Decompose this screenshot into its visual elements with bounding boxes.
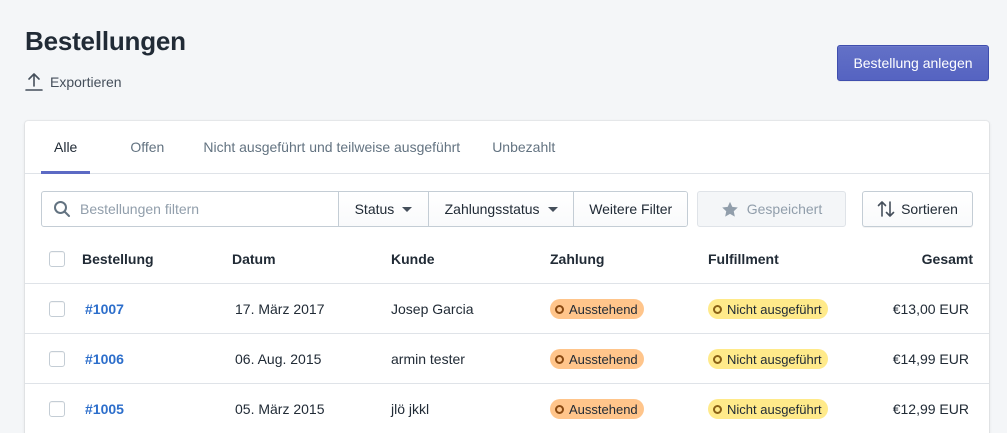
payment-cell: Ausstehend xyxy=(550,334,644,384)
sort-button[interactable]: Sortieren xyxy=(862,191,973,227)
payment-cell: Ausstehend xyxy=(550,284,644,334)
fulfillment-status-text: Nicht ausgeführt xyxy=(727,301,822,317)
payment-status-filter-button[interactable]: Zahlungsstatus xyxy=(428,192,575,226)
row-checkbox-cell xyxy=(49,284,65,334)
tab-label: Unbezahlt xyxy=(492,139,556,155)
table-row[interactable]: #1007 17. März 2017 Josep Garcia Aussteh… xyxy=(25,284,989,334)
customer-name: jlö jkkl xyxy=(391,401,430,417)
fulfillment-status-badge: Nicht ausgeführt xyxy=(708,299,828,319)
saved-button[interactable]: Gespeichert xyxy=(697,191,846,227)
row-checkbox-cell xyxy=(49,384,65,433)
payment-status-filter-label: Zahlungsstatus xyxy=(444,201,540,217)
saved-label: Gespeichert xyxy=(746,201,823,217)
tab-label: Offen xyxy=(130,139,165,155)
export-button[interactable]: Exportieren xyxy=(25,72,122,92)
more-filters-label: Weitere Filter xyxy=(589,201,673,217)
payment-status-badge: Ausstehend xyxy=(550,299,644,319)
order-total: €14,99 EUR xyxy=(892,351,969,367)
filter-bar: Status Zahlungsstatus Weitere Filter xyxy=(41,191,688,227)
row-checkbox[interactable] xyxy=(49,351,65,367)
status-filter-button[interactable]: Status xyxy=(339,192,429,226)
fulfillment-cell: Nicht ausgeführt xyxy=(708,334,828,384)
payment-status-badge: Ausstehend xyxy=(550,399,644,419)
upload-icon xyxy=(25,73,43,91)
order-link[interactable]: #1006 xyxy=(85,334,124,384)
fulfillment-status-badge: Nicht ausgeführt xyxy=(708,349,828,369)
search-icon xyxy=(54,201,70,217)
status-ring-icon xyxy=(555,304,564,314)
fulfillment-cell: Nicht ausgeführt xyxy=(708,284,828,334)
tab-label: Alle xyxy=(54,139,78,155)
tab-bar: Alle Offen Nicht ausgeführt und teilweis… xyxy=(25,121,989,174)
column-header-payment[interactable]: Zahlung xyxy=(550,234,604,284)
search-box xyxy=(42,192,340,226)
row-checkbox[interactable] xyxy=(49,401,65,417)
caret-down-icon xyxy=(547,207,558,212)
sort-icon xyxy=(877,201,895,217)
sort-label: Sortieren xyxy=(901,201,958,217)
table-row[interactable]: #1005 05. März 2015 jlö jkkl Ausstehend … xyxy=(25,384,989,433)
status-ring-icon xyxy=(713,404,722,414)
order-date: 06. Aug. 2015 xyxy=(235,351,322,367)
column-header-customer[interactable]: Kunde xyxy=(391,234,435,284)
order-total: €12,99 EUR xyxy=(892,401,969,417)
tab-unpaid[interactable]: Unbezahlt xyxy=(479,121,568,173)
order-date: 17. März 2017 xyxy=(235,301,325,317)
select-all-checkbox[interactable] xyxy=(49,251,65,267)
status-ring-icon xyxy=(713,354,722,364)
fulfillment-status-text: Nicht ausgeführt xyxy=(727,351,822,367)
payment-status-text: Ausstehend xyxy=(569,401,638,417)
customer-name: Josep Garcia xyxy=(391,301,474,317)
fulfillment-cell: Nicht ausgeführt xyxy=(708,384,828,433)
status-ring-icon xyxy=(555,404,564,414)
order-date: 05. März 2015 xyxy=(235,401,325,417)
search-input[interactable] xyxy=(80,201,320,217)
caret-down-icon xyxy=(402,207,413,212)
export-label: Exportieren xyxy=(50,74,122,90)
more-filters-button[interactable]: Weitere Filter xyxy=(574,192,687,226)
payment-status-badge: Ausstehend xyxy=(550,349,644,369)
page-title: Bestellungen xyxy=(25,26,186,56)
tab-unfulfilled[interactable]: Nicht ausgeführt und teilweise ausgeführ… xyxy=(190,121,473,173)
tab-label: Nicht ausgeführt und teilweise ausgeführ… xyxy=(203,139,461,155)
status-ring-icon xyxy=(555,354,564,364)
create-order-button[interactable]: Bestellung anlegen xyxy=(837,45,989,81)
tab-all[interactable]: Alle xyxy=(41,121,91,174)
orders-card: Alle Offen Nicht ausgeführt und teilweis… xyxy=(25,121,989,433)
select-all-cell xyxy=(49,234,65,284)
tab-open[interactable]: Offen xyxy=(117,121,177,173)
column-header-date[interactable]: Datum xyxy=(232,234,276,284)
order-total: €13,00 EUR xyxy=(892,301,969,317)
table-header: Bestellung Datum Kunde Zahlung Fulfillme… xyxy=(25,234,989,284)
status-filter-label: Status xyxy=(354,201,395,217)
table-row[interactable]: #1006 06. Aug. 2015 armin tester Aussteh… xyxy=(25,334,989,384)
status-ring-icon xyxy=(713,304,722,314)
row-checkbox-cell xyxy=(49,334,65,384)
payment-cell: Ausstehend xyxy=(550,384,644,433)
column-header-fulfillment[interactable]: Fulfillment xyxy=(708,234,779,284)
filter-group: Status Zahlungsstatus Weitere Filter xyxy=(41,191,688,227)
column-header-order[interactable]: Bestellung xyxy=(82,234,154,284)
column-header-total[interactable]: Gesamt xyxy=(922,234,973,284)
payment-status-text: Ausstehend xyxy=(569,301,638,317)
payment-status-text: Ausstehend xyxy=(569,351,638,367)
star-icon xyxy=(721,201,738,217)
fulfillment-status-text: Nicht ausgeführt xyxy=(727,401,822,417)
order-link[interactable]: #1005 xyxy=(85,384,124,433)
customer-name: armin tester xyxy=(391,351,465,367)
fulfillment-status-badge: Nicht ausgeführt xyxy=(708,399,828,419)
order-link[interactable]: #1007 xyxy=(85,284,124,334)
row-checkbox[interactable] xyxy=(49,301,65,317)
